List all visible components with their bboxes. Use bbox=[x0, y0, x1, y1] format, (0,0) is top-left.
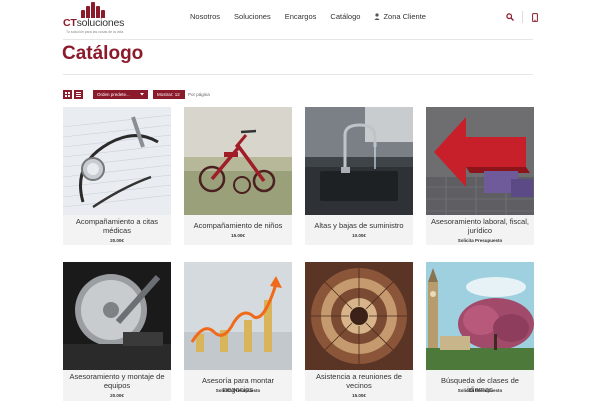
chevron-down-icon bbox=[140, 92, 144, 95]
product-card[interactable]: Acompañamiento a citas médicas 20.00€ bbox=[63, 107, 171, 245]
product-card[interactable]: Búsqueda de clases de idiomas Solicita P… bbox=[426, 262, 534, 401]
logo-wordmark: CTsoluciones bbox=[63, 17, 125, 29]
product-card[interactable]: Asesoría para montar negocios Solicita P… bbox=[184, 262, 292, 401]
list-view-button[interactable] bbox=[74, 89, 83, 99]
nav-item-nosotros[interactable]: Nosotros bbox=[190, 12, 220, 21]
order-select[interactable]: Orden predete... bbox=[93, 89, 148, 99]
nav-item-soluciones[interactable]: Soluciones bbox=[234, 12, 271, 21]
product-price: 15.00€ bbox=[352, 393, 366, 398]
nav-item-catalogo[interactable]: Catálogo bbox=[330, 12, 360, 21]
product-card[interactable]: Asesoramiento y montaje de equipos 20.00… bbox=[63, 262, 171, 401]
red-tricycle-photo bbox=[184, 107, 292, 215]
main-nav: Nosotros Soluciones Encargos Catálogo Zo… bbox=[190, 12, 440, 21]
grid-icon bbox=[65, 91, 70, 97]
product-price: Solicita Presupuesto bbox=[457, 238, 503, 243]
nav-item-encargos[interactable]: Encargos bbox=[285, 12, 317, 21]
product-name[interactable]: Altas y bajas de suministro bbox=[307, 221, 411, 230]
header-divider bbox=[522, 11, 523, 23]
list-icon bbox=[76, 91, 81, 97]
per-page-label: Por página bbox=[188, 91, 210, 97]
search-icon[interactable] bbox=[504, 11, 516, 23]
show-count-value: Mostrar: 12 bbox=[157, 91, 180, 97]
user-icon bbox=[374, 13, 381, 20]
product-name[interactable]: Asesoramiento y montaje de equipos bbox=[65, 372, 169, 390]
page-title: Catálogo bbox=[62, 43, 144, 64]
product-price: 20.00€ bbox=[110, 393, 124, 398]
order-select-value: Orden predete... bbox=[97, 91, 130, 97]
product-price: Solicita Presupuesto bbox=[215, 388, 261, 393]
nav-item-zona-cliente[interactable]: Zona Cliente bbox=[374, 12, 426, 21]
site-header: CTsoluciones Tu solución para las cosas … bbox=[0, 0, 600, 40]
product-card[interactable]: Asistencia a reuniones de vecinos 15.00€ bbox=[305, 262, 413, 401]
header-icons bbox=[504, 11, 541, 23]
title-divider-line bbox=[63, 74, 533, 75]
product-price: 15.00€ bbox=[231, 233, 245, 238]
product-name[interactable]: Asesoramiento laboral, fiscal, jurídico bbox=[428, 217, 532, 235]
product-price: 20.00€ bbox=[110, 238, 124, 243]
product-name[interactable]: Acompañamiento a citas médicas bbox=[65, 217, 169, 235]
zone-label: Zona Cliente bbox=[383, 12, 426, 21]
london-big-ben-photo bbox=[426, 262, 534, 370]
red-arrow-photo bbox=[426, 107, 534, 215]
product-card[interactable]: Acompañamiento de niños 15.00€ bbox=[184, 107, 292, 245]
product-price: Solicita Presupuesto bbox=[457, 388, 503, 393]
logo-bars-icon bbox=[81, 2, 111, 18]
show-count-select[interactable]: Mostrar: 12 bbox=[153, 89, 185, 99]
site-logo[interactable]: CTsoluciones Tu solución para las cosas … bbox=[63, 2, 133, 36]
catalog-toolbar: Orden predete... Mostrar: 12 Por página bbox=[63, 89, 210, 99]
logo-tagline: Tu solución para las cosas de la vida bbox=[66, 30, 124, 34]
hard-drive-photo bbox=[63, 262, 171, 370]
header-divider-line bbox=[63, 39, 533, 40]
product-card[interactable]: Asesoramiento laboral, fiscal, jurídico … bbox=[426, 107, 534, 245]
grid-view-button[interactable] bbox=[63, 89, 72, 99]
mobile-phone-icon[interactable] bbox=[529, 11, 541, 23]
kitchen-faucet-photo bbox=[305, 107, 413, 215]
spiral-staircase-photo bbox=[305, 262, 413, 370]
product-price: 10.00€ bbox=[352, 233, 366, 238]
stethoscope-photo bbox=[63, 107, 171, 215]
product-card[interactable]: Altas y bajas de suministro 10.00€ bbox=[305, 107, 413, 245]
product-name[interactable]: Acompañamiento de niños bbox=[186, 221, 290, 230]
growth-chart-photo bbox=[184, 262, 292, 370]
product-name[interactable]: Asistencia a reuniones de vecinos bbox=[307, 372, 411, 390]
